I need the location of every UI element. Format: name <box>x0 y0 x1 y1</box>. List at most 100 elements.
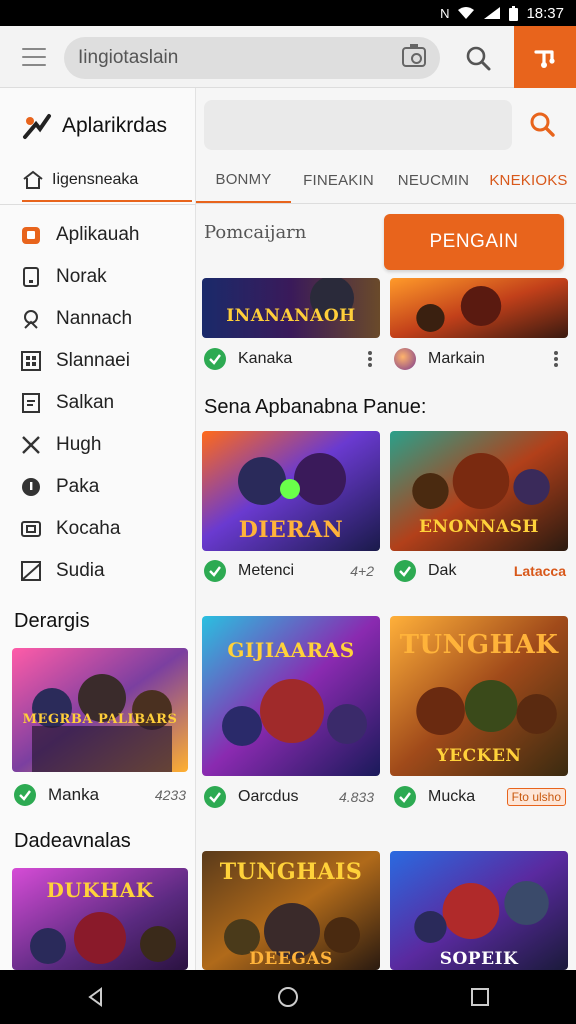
game-art-subtitle: SOPEIK <box>439 949 519 969</box>
sidebar-tab[interactable]: Iigensneaka <box>22 168 192 202</box>
section-heading: Derargis <box>14 610 90 632</box>
verified-check-icon <box>14 784 36 806</box>
battery-icon <box>509 5 519 21</box>
search-icon[interactable] <box>464 44 492 72</box>
sidebar-item-label: Hugh <box>56 434 102 455</box>
game-name: Dak <box>428 562 457 579</box>
info-circle-icon <box>20 476 42 498</box>
app-screen: N 18:37 Iingiotaslain Aplarikrdas Iigens… <box>0 0 576 1024</box>
sidebar-item-label: Norak <box>56 266 107 287</box>
sidebar-nav: Aplikauah Norak Nannach Slannaei Salkan … <box>20 214 190 592</box>
game-art-title: TUNGHAK <box>399 630 559 660</box>
game-card[interactable]: GIJIAARAS <box>202 616 380 776</box>
category-tabs: BONMY FINEAKIN NEUCMIN KNEKIOKS <box>196 158 576 204</box>
game-name: Markain <box>428 350 485 367</box>
sidebar-item-kocaha[interactable]: Kocaha <box>20 508 190 550</box>
game-name: Mucka <box>428 788 476 805</box>
section-heading: Sena Apbanabna Panue: <box>204 396 427 418</box>
avatar <box>394 348 416 370</box>
verified-check-icon <box>394 560 416 582</box>
home-button-icon[interactable] <box>268 977 308 1017</box>
game-card[interactable]: TUNGHAK YECKEN <box>390 616 568 776</box>
image-icon <box>20 560 42 582</box>
search-icon[interactable] <box>528 110 556 138</box>
game-art-title: MEGRBA PALIBARS <box>22 712 178 727</box>
sidebar-item-sudia[interactable]: Sudia <box>20 550 190 592</box>
document-icon <box>20 392 42 414</box>
brand[interactable]: Aplarikrdas <box>22 112 167 140</box>
game-meta: Manka 4233 <box>14 782 186 808</box>
game-thumbnail[interactable]: MEGRBA PALIBARS <box>12 648 188 772</box>
sidebar-item-paka[interactable]: Paka <box>20 466 190 508</box>
menu-icon[interactable] <box>22 48 46 66</box>
clock: 18:37 <box>526 4 564 22</box>
brand-logo-icon <box>23 114 51 139</box>
game-art-title: ENONNASH <box>419 517 539 537</box>
status-bar: N 18:37 <box>0 0 576 26</box>
sidebar-item-aplikauah[interactable]: Aplikauah <box>20 214 190 256</box>
verified-check-icon <box>204 560 226 582</box>
sidebar-item-norak[interactable]: Norak <box>20 256 190 298</box>
game-meta: Kanaka <box>204 346 372 372</box>
verified-check-icon <box>204 786 226 808</box>
brand-name: Aplarikrdas <box>62 114 168 137</box>
section-heading: Dadeavnalas <box>14 830 131 852</box>
search-input[interactable]: Iingiotaslain <box>64 37 440 79</box>
game-card[interactable]: DIERAN <box>202 431 380 551</box>
fork-icon <box>534 50 555 68</box>
sidebar-item-nannach[interactable]: Nannach <box>20 298 190 340</box>
tab-neucmin[interactable]: NEUCMIN <box>386 158 481 203</box>
camera-icon[interactable] <box>402 44 426 67</box>
main-content: BONMY FINEAKIN NEUCMIN KNEKIOKS Pomcaija… <box>196 88 576 970</box>
sidebar-item-hugh[interactable]: Hugh <box>20 424 190 466</box>
wifi-icon <box>458 7 475 19</box>
tab-bonmy[interactable]: BONMY <box>196 158 291 203</box>
sidebar-item-label: Kocaha <box>56 518 121 539</box>
sidebar-item-label: Slannaei <box>56 350 130 371</box>
sidebar-item-label: Salkan <box>56 392 115 413</box>
game-card[interactable]: SOPEIK <box>390 851 568 970</box>
game-badge: Fto ulsho <box>506 788 566 806</box>
sidebar-item-salkan[interactable]: Salkan <box>20 382 190 424</box>
search-input-text: Iingiotaslain <box>78 47 179 68</box>
game-thumbnail[interactable]: DUKHAK <box>12 868 188 970</box>
game-value: 4.833 <box>338 789 374 805</box>
sidebar-item-slannaei[interactable]: Slannaei <box>20 340 190 382</box>
game-art-title: TUNGHAIS <box>219 859 363 885</box>
game-art-title: DUKHAK <box>46 878 154 902</box>
top-app-bar: Iingiotaslain <box>0 26 576 88</box>
share-action-button[interactable] <box>514 26 576 88</box>
sidebar-item-label: Aplikauah <box>56 224 140 245</box>
nfc-icon: N <box>440 5 450 21</box>
game-card[interactable]: ENONNASH <box>390 431 568 551</box>
game-meta: Mucka Fto ulsho <box>394 784 566 810</box>
verified-check-icon <box>204 348 226 370</box>
game-card[interactable]: TUNGHAIS DEEGAS <box>202 851 380 970</box>
content-search-input[interactable] <box>204 100 512 150</box>
recents-icon[interactable] <box>460 977 500 1017</box>
game-art-title: GIJIAARAS <box>227 638 355 662</box>
sidebar: Aplarikrdas Iigensneaka Aplikauah Norak … <box>0 88 196 970</box>
more-options-icon[interactable] <box>368 351 372 367</box>
game-meta: Metenci 4+2 <box>204 558 374 584</box>
game-art-subtitle: YECKEN <box>436 746 522 766</box>
sidebar-item-label: Paka <box>56 476 100 497</box>
tab-knekioks[interactable]: KNEKIOKS <box>481 158 576 203</box>
divider <box>0 204 196 205</box>
hint-text: Pomcaijarn <box>204 222 307 243</box>
badge-icon <box>20 224 42 246</box>
game-value: 4+2 <box>350 563 374 579</box>
system-navigation-bar <box>0 970 576 1024</box>
game-card[interactable] <box>390 278 568 338</box>
sidebar-tab-label: Iigensneaka <box>52 171 139 188</box>
phone-icon <box>20 266 42 288</box>
game-card[interactable]: INANANAOH <box>202 278 380 338</box>
game-meta: Markain <box>394 346 558 372</box>
crossed-swords-icon <box>20 434 42 456</box>
game-meta: Oarcdus 4.833 <box>204 784 374 810</box>
game-name: Kanaka <box>238 350 293 367</box>
primary-cta-button[interactable]: PENGAIN <box>384 214 564 270</box>
tab-fineakin[interactable]: FINEAKIN <box>291 158 386 203</box>
back-icon[interactable] <box>76 977 116 1017</box>
more-options-icon[interactable] <box>554 351 558 367</box>
